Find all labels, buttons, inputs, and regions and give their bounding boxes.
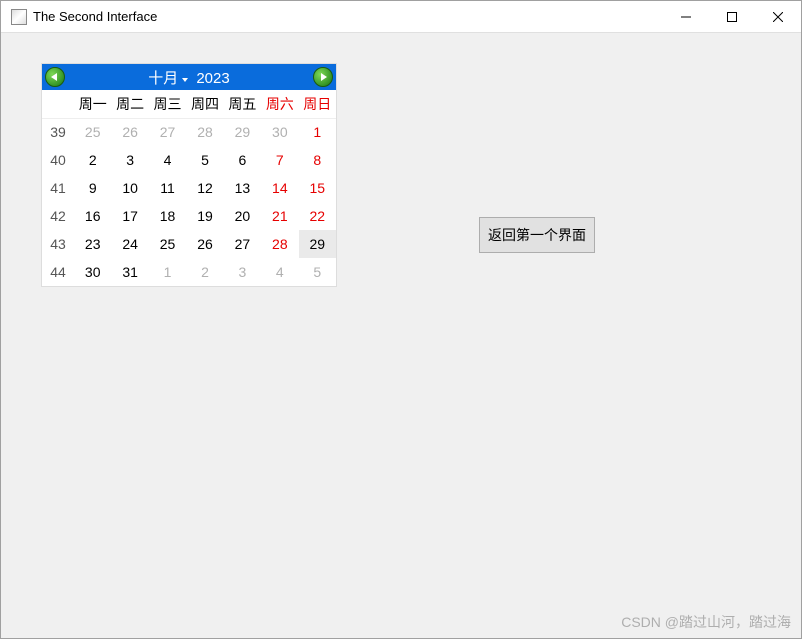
window-title: The Second Interface (33, 9, 157, 24)
day-cell[interactable]: 26 (111, 118, 148, 146)
day-cell[interactable]: 3 (224, 258, 261, 286)
day-cell[interactable]: 4 (261, 258, 298, 286)
week-number: 42 (42, 202, 74, 230)
day-cell[interactable]: 5 (186, 146, 223, 174)
day-cell[interactable]: 7 (261, 146, 298, 174)
day-header-weekend: 周六 (261, 90, 298, 118)
day-header-row: 周一 周二 周三 周四 周五 周六 周日 (42, 90, 336, 118)
day-cell[interactable]: 4 (149, 146, 186, 174)
day-cell[interactable]: 21 (261, 202, 298, 230)
arrow-left-icon (51, 73, 59, 81)
app-icon (11, 9, 27, 25)
day-cell[interactable]: 27 (149, 118, 186, 146)
day-cell[interactable]: 25 (149, 230, 186, 258)
day-cell[interactable]: 24 (111, 230, 148, 258)
day-cell[interactable]: 31 (111, 258, 148, 286)
year-select[interactable]: 2023 (196, 70, 229, 87)
calendar-grid: 周一 周二 周三 周四 周五 周六 周日 3925262728293014023… (42, 90, 336, 286)
day-cell[interactable]: 8 (299, 146, 336, 174)
maximize-icon (727, 12, 737, 22)
close-icon (773, 12, 783, 22)
prev-month-button[interactable] (45, 67, 65, 87)
day-cell[interactable]: 23 (74, 230, 111, 258)
week-number: 40 (42, 146, 74, 174)
day-cell[interactable]: 29 (299, 230, 336, 258)
day-cell[interactable]: 11 (149, 174, 186, 202)
day-header-weekend: 周日 (299, 90, 336, 118)
day-header: 周三 (149, 90, 186, 118)
calendar-row: 419101112131415 (42, 174, 336, 202)
day-cell[interactable]: 27 (224, 230, 261, 258)
watermark: CSDN @踏过山河，踏过海 (621, 612, 791, 632)
day-cell[interactable]: 16 (74, 202, 111, 230)
client-area: 十月 2023 周一 周二 周三 周四 周五 周六 (1, 33, 801, 638)
minimize-icon (681, 12, 691, 22)
next-month-button[interactable] (313, 67, 333, 87)
day-cell[interactable]: 29 (224, 118, 261, 146)
day-cell[interactable]: 15 (299, 174, 336, 202)
week-number: 43 (42, 230, 74, 258)
day-cell[interactable]: 3 (111, 146, 148, 174)
day-cell[interactable]: 10 (111, 174, 148, 202)
day-cell[interactable]: 5 (299, 258, 336, 286)
day-cell[interactable]: 1 (149, 258, 186, 286)
week-number: 41 (42, 174, 74, 202)
day-cell[interactable]: 26 (186, 230, 223, 258)
calendar-row: 392526272829301 (42, 118, 336, 146)
minimize-button[interactable] (663, 1, 709, 32)
day-header: 周五 (224, 90, 261, 118)
calendar-widget: 十月 2023 周一 周二 周三 周四 周五 周六 (41, 63, 337, 287)
day-cell[interactable]: 14 (261, 174, 298, 202)
day-cell[interactable]: 25 (74, 118, 111, 146)
day-cell[interactable]: 20 (224, 202, 261, 230)
week-number: 39 (42, 118, 74, 146)
day-header: 周四 (186, 90, 223, 118)
week-header (42, 90, 74, 118)
month-select[interactable]: 十月 (148, 67, 186, 88)
day-header: 周一 (74, 90, 111, 118)
close-button[interactable] (755, 1, 801, 32)
day-cell[interactable]: 30 (74, 258, 111, 286)
app-window: The Second Interface 十月 2023 (0, 0, 802, 639)
return-button-label: 返回第一个界面 (488, 225, 586, 245)
calendar-row: 4323242526272829 (42, 230, 336, 258)
calendar-row: 402345678 (42, 146, 336, 174)
arrow-right-icon (319, 73, 327, 81)
day-cell[interactable]: 18 (149, 202, 186, 230)
day-cell[interactable]: 28 (261, 230, 298, 258)
day-cell[interactable]: 17 (111, 202, 148, 230)
day-cell[interactable]: 30 (261, 118, 298, 146)
week-number: 44 (42, 258, 74, 286)
calendar-header: 十月 2023 (42, 64, 336, 90)
day-cell[interactable]: 22 (299, 202, 336, 230)
day-cell[interactable]: 6 (224, 146, 261, 174)
calendar-row: 44303112345 (42, 258, 336, 286)
day-cell[interactable]: 1 (299, 118, 336, 146)
maximize-button[interactable] (709, 1, 755, 32)
titlebar: The Second Interface (1, 1, 801, 33)
day-cell[interactable]: 13 (224, 174, 261, 202)
day-cell[interactable]: 2 (74, 146, 111, 174)
day-cell[interactable]: 19 (186, 202, 223, 230)
day-cell[interactable]: 28 (186, 118, 223, 146)
day-cell[interactable]: 9 (74, 174, 111, 202)
calendar-row: 4216171819202122 (42, 202, 336, 230)
day-cell[interactable]: 2 (186, 258, 223, 286)
day-header: 周二 (111, 90, 148, 118)
day-cell[interactable]: 12 (186, 174, 223, 202)
return-button[interactable]: 返回第一个界面 (479, 217, 595, 253)
